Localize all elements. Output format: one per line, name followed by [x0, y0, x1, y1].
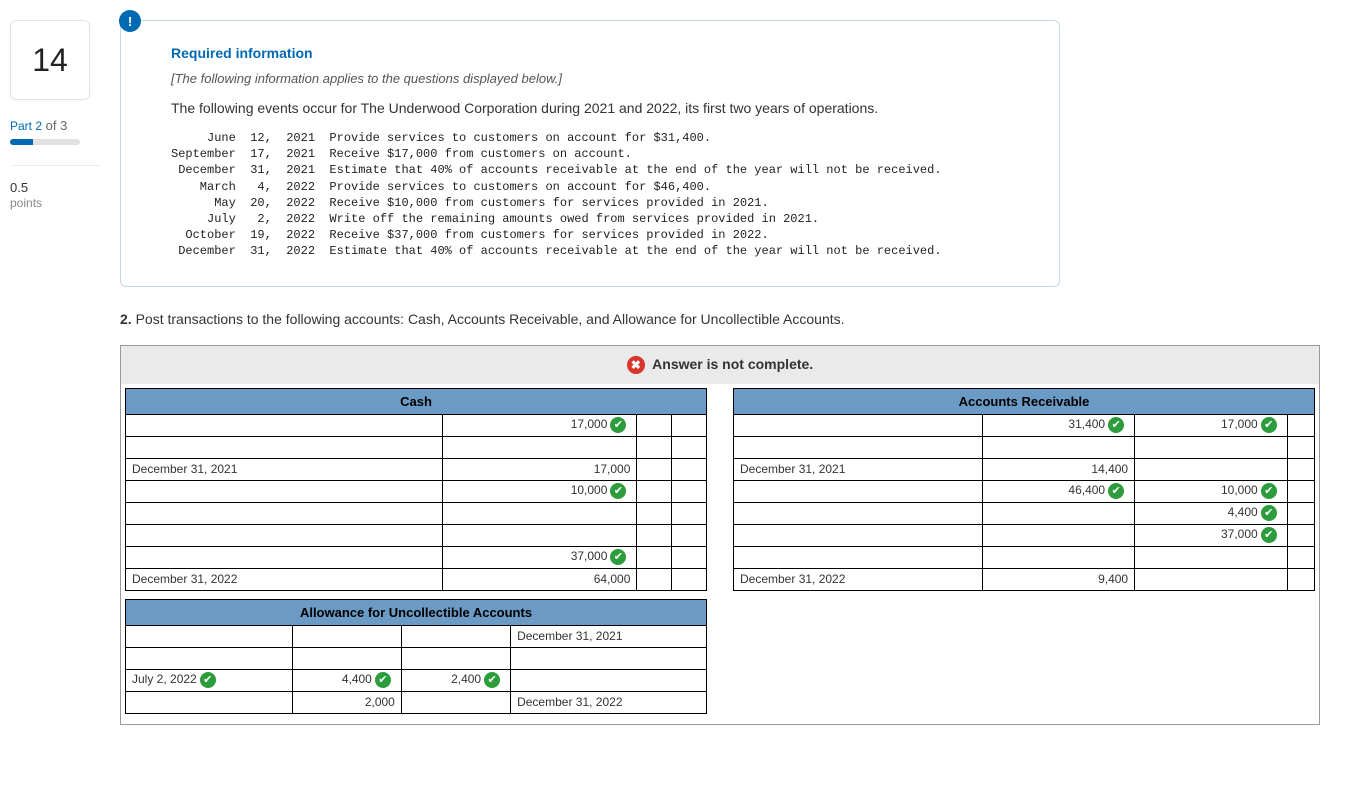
- row-label[interactable]: [126, 625, 293, 647]
- row-label[interactable]: July 2, 2022✔: [126, 669, 293, 691]
- debit-cell[interactable]: 17,000✔: [442, 414, 637, 436]
- question-number-card: 14: [10, 20, 90, 100]
- check-icon: ✔: [1261, 417, 1277, 433]
- row-right-label[interactable]: [672, 568, 707, 590]
- debit-cell[interactable]: 37,000✔: [442, 546, 637, 568]
- row-right-label[interactable]: December 31, 2022: [511, 691, 707, 713]
- cash-taccount: Cash17,000✔December 31, 202117,00010,000…: [125, 388, 707, 714]
- credit-cell[interactable]: [1135, 568, 1288, 590]
- points-label: points: [10, 196, 120, 210]
- credit-cell[interactable]: 10,000✔: [1135, 480, 1288, 502]
- table: Accounts Receivable31,400✔17,000✔ Decembe…: [733, 388, 1315, 591]
- debit-cell[interactable]: [982, 524, 1135, 546]
- row-right-label[interactable]: [1287, 524, 1314, 546]
- credit-cell[interactable]: [637, 480, 672, 502]
- debit-cell[interactable]: 10,000✔: [442, 480, 637, 502]
- row-label[interactable]: [734, 414, 983, 436]
- row-right-label[interactable]: [672, 458, 707, 480]
- row-label[interactable]: [126, 691, 293, 713]
- row-right-label[interactable]: [1287, 568, 1314, 590]
- row-right-label[interactable]: [511, 669, 707, 691]
- credit-cell[interactable]: 2,400✔: [401, 669, 510, 691]
- required-info-box: ! Required information [The following in…: [120, 20, 1060, 287]
- debit-cell[interactable]: [982, 502, 1135, 524]
- row-label[interactable]: [734, 480, 983, 502]
- alert-icon: !: [119, 10, 141, 32]
- credit-cell[interactable]: [401, 625, 510, 647]
- row-label[interactable]: December 31, 2022: [126, 568, 443, 590]
- row-right-label[interactable]: [672, 480, 707, 502]
- row-right-label[interactable]: [1287, 480, 1314, 502]
- part-label: Part 2: [10, 119, 42, 133]
- debit-cell[interactable]: 31,400✔: [982, 414, 1135, 436]
- row-right-label[interactable]: [1287, 414, 1314, 436]
- applies-note: [The following information applies to th…: [171, 71, 1019, 86]
- check-icon: ✔: [375, 672, 391, 688]
- question-2-text: 2. Post transactions to the following ac…: [120, 311, 1320, 327]
- t-header: Allowance for Uncollectible Accounts: [126, 599, 707, 625]
- row-label[interactable]: [126, 414, 443, 436]
- x-icon: ✖: [627, 356, 645, 374]
- check-icon: ✔: [1108, 417, 1124, 433]
- row-right-label[interactable]: [672, 546, 707, 568]
- credit-cell[interactable]: [637, 458, 672, 480]
- points-value: 0.5: [10, 180, 120, 196]
- debit-cell[interactable]: 2,000: [292, 691, 401, 713]
- row-label[interactable]: [734, 524, 983, 546]
- credit-cell[interactable]: 4,400✔: [1135, 502, 1288, 524]
- debit-cell[interactable]: 46,400✔: [982, 480, 1135, 502]
- t-header: Cash: [126, 388, 707, 414]
- credit-cell[interactable]: [637, 568, 672, 590]
- check-icon: ✔: [484, 672, 500, 688]
- t-header: Accounts Receivable: [734, 388, 1315, 414]
- intro-text: The following events occur for The Under…: [171, 100, 1019, 116]
- debit-cell[interactable]: 14,400: [982, 458, 1135, 480]
- row-label[interactable]: [126, 546, 443, 568]
- check-icon: ✔: [1261, 505, 1277, 521]
- debit-cell[interactable]: [292, 625, 401, 647]
- credit-cell[interactable]: [637, 546, 672, 568]
- table: Allowance for Uncollectible AccountsDece…: [125, 599, 707, 714]
- row-right-label[interactable]: [1287, 458, 1314, 480]
- credit-cell[interactable]: [401, 691, 510, 713]
- credit-cell[interactable]: [637, 414, 672, 436]
- row-right-label[interactable]: [672, 414, 707, 436]
- debit-cell[interactable]: 4,400✔: [292, 669, 401, 691]
- row-right-label[interactable]: December 31, 2021: [511, 625, 707, 647]
- credit-cell[interactable]: 17,000✔: [1135, 414, 1288, 436]
- credit-cell[interactable]: [1135, 458, 1288, 480]
- row-label[interactable]: December 31, 2021: [734, 458, 983, 480]
- required-info-title: Required information: [171, 45, 1019, 61]
- check-icon: ✔: [1261, 483, 1277, 499]
- part-of: of 3: [46, 118, 68, 133]
- debit-cell[interactable]: 64,000: [442, 568, 637, 590]
- row-right-label[interactable]: [1287, 502, 1314, 524]
- row-label[interactable]: December 31, 2022: [734, 568, 983, 590]
- check-icon: ✔: [610, 417, 626, 433]
- credit-cell[interactable]: 37,000✔: [1135, 524, 1288, 546]
- events-list: June 12, 2021 Provide services to custom…: [171, 130, 1019, 260]
- taccounts-container: Cash17,000✔December 31, 202117,00010,000…: [120, 384, 1320, 725]
- check-icon: ✔: [200, 672, 216, 688]
- debit-cell[interactable]: 9,400: [982, 568, 1135, 590]
- check-icon: ✔: [1261, 527, 1277, 543]
- answer-status-banner: ✖ Answer is not complete.: [120, 345, 1320, 384]
- left-sidebar: 14 Part 2 of 3 0.5 points: [10, 20, 120, 725]
- progress-bar: [10, 139, 80, 145]
- debit-cell[interactable]: 17,000: [442, 458, 637, 480]
- check-icon: ✔: [610, 549, 626, 565]
- check-icon: ✔: [1108, 483, 1124, 499]
- row-label[interactable]: [734, 502, 983, 524]
- row-label[interactable]: December 31, 2021: [126, 458, 443, 480]
- ar-taccount: Accounts Receivable31,400✔17,000✔ Decembe…: [733, 388, 1315, 714]
- table: Cash17,000✔ December 31, 202117,00010,000…: [125, 388, 707, 591]
- check-icon: ✔: [610, 483, 626, 499]
- row-label[interactable]: [126, 480, 443, 502]
